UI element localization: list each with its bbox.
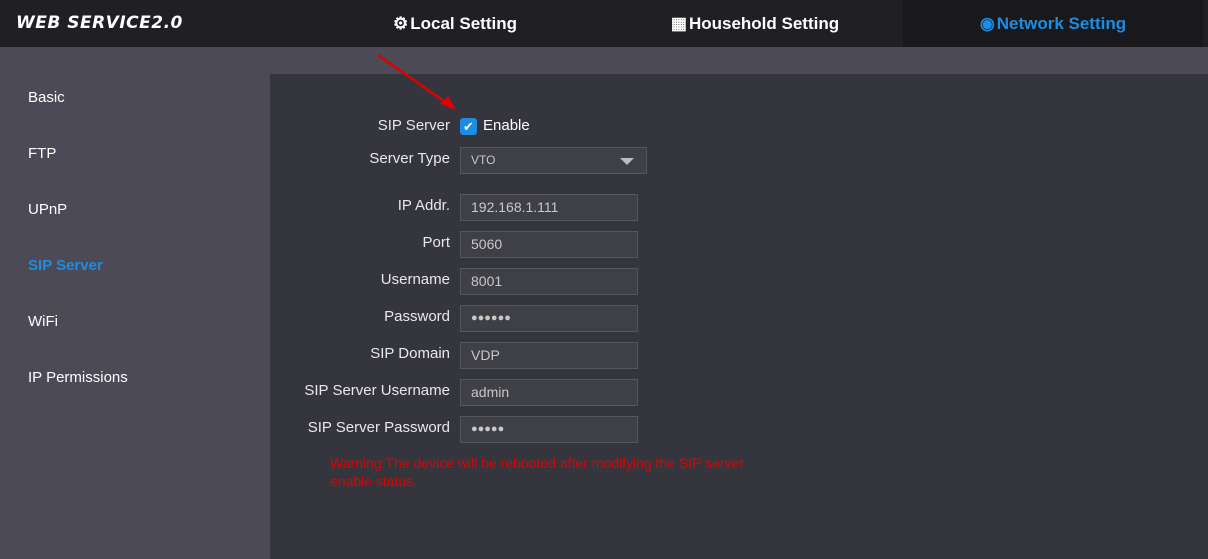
annotation-arrow-icon (377, 53, 456, 110)
